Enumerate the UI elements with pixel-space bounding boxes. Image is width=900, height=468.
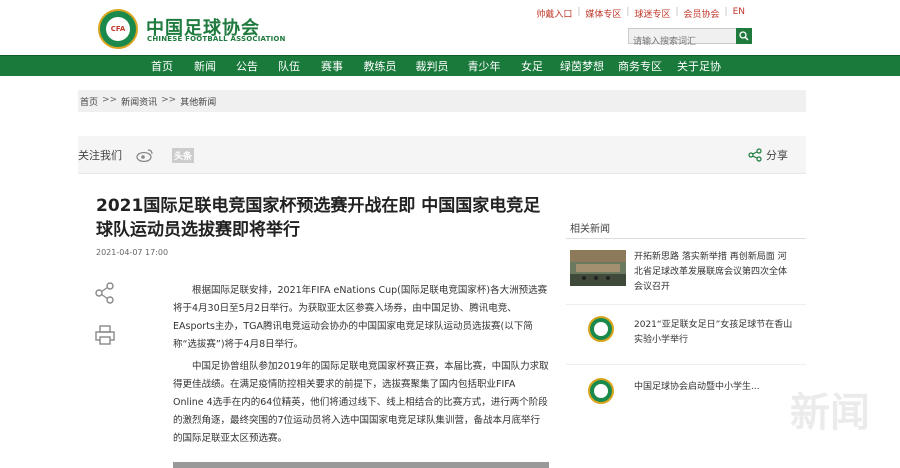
- article-body: 根据国际足联安排，2021年FIFA eNations Cup(国际足联电竞国家…: [173, 282, 549, 452]
- article-paragraph: 根据国际足联安排，2021年FIFA eNations Cup(国际足联电竞国家…: [173, 285, 548, 350]
- nav-item-about[interactable]: 关于足协: [670, 56, 728, 77]
- nav-item-business[interactable]: 商务专区: [610, 56, 670, 77]
- search-box: [628, 28, 752, 49]
- breadcrumb: 首页 >> 新闻资讯 >> 其他新闻: [80, 95, 216, 108]
- breadcrumb-bar: 首页 >> 新闻资讯 >> 其他新闻: [78, 90, 806, 112]
- site-header: CFA 中国足球协会 CHINESE FOOTBALL ASSOCIATION …: [0, 0, 900, 55]
- cfa-emblem-icon: [588, 316, 614, 342]
- nav-item-womens[interactable]: 女足: [510, 56, 554, 77]
- share-icon[interactable]: [94, 282, 116, 308]
- search-button[interactable]: [736, 28, 752, 44]
- search-input[interactable]: [629, 35, 737, 49]
- article-paragraph: 中国足协曾组队参加2019年的国际足联电竞国家杯赛正赛，本届比赛，中国队力求取得…: [173, 361, 549, 444]
- nav-item-referees[interactable]: 裁判员: [406, 56, 458, 77]
- breadcrumb-other-news[interactable]: 其他新闻: [180, 95, 216, 108]
- toplink-en[interactable]: EN: [728, 7, 750, 20]
- cfa-emblem-icon: [588, 378, 614, 404]
- related-news-item[interactable]: 2021“亚足联女足日”女孩足球节在香山实验小学举行: [570, 314, 802, 350]
- main-nav: 首页 新闻 公告 队伍 赛事 教练员 裁判员 青少年 女足 绿茵梦想 商务专区 …: [0, 55, 900, 76]
- print-icon[interactable]: [94, 324, 116, 350]
- cfa-emblem-logo[interactable]: CFA: [98, 9, 138, 49]
- nav-item-teams[interactable]: 队伍: [268, 56, 310, 77]
- nav-item-events[interactable]: 赛事: [310, 56, 354, 77]
- weibo-icon[interactable]: [136, 147, 154, 166]
- related-news-separator: [566, 304, 806, 305]
- breadcrumb-home[interactable]: 首页: [80, 95, 98, 108]
- related-news-thumbnail: [570, 250, 626, 286]
- related-news-sidebar: 相关新闻 开拓新思路 落实新举措 再创新局面 河北省足球改革发展联席会议第四次全…: [566, 174, 806, 468]
- nav-item-coaches[interactable]: 教练员: [354, 56, 406, 77]
- related-news-title: 相关新闻: [570, 224, 610, 235]
- toplink-2[interactable]: 球迷专区: [629, 7, 675, 20]
- nav-item-green-dream[interactable]: 绿茵梦想: [554, 56, 610, 77]
- search-icon: [739, 31, 749, 41]
- breadcrumb-separator: >>: [102, 95, 118, 105]
- related-news-item[interactable]: 开拓新思路 落实新举措 再创新局面 河北省足球改革发展联席会议第四次全体会议召开: [570, 250, 802, 294]
- nav-item-notice[interactable]: 公告: [226, 56, 268, 77]
- related-news-text: 开拓新思路 落实新举措 再创新局面 河北省足球改革发展联席会议第四次全体会议召开: [634, 252, 788, 292]
- article-side-tools: [94, 282, 116, 350]
- nav-item-youth[interactable]: 青少年: [458, 56, 510, 77]
- article-title: 2021国际足联电竞国家杯预选赛开战在即 中国国家电竞足球队运动员选拔赛即将举行: [96, 196, 541, 240]
- related-news-item[interactable]: 中国足球协会启动暨中小学生...: [570, 376, 802, 412]
- toutiao-icon[interactable]: 头条: [172, 148, 195, 163]
- article-image: [173, 462, 549, 468]
- nav-item-home[interactable]: 首页: [140, 56, 184, 77]
- breadcrumb-news[interactable]: 新闻资讯: [121, 95, 157, 108]
- toplink-1[interactable]: 媒体专区: [580, 7, 626, 20]
- article-content: 2021国际足联电竞国家杯预选赛开战在即 中国国家电竞足球队运动员选拔赛即将举行…: [78, 174, 554, 468]
- breadcrumb-separator: >>: [161, 95, 177, 105]
- watermark-text: 新闻: [790, 390, 870, 436]
- nav-item-news[interactable]: 新闻: [184, 56, 226, 77]
- related-news-text: 2021“亚足联女足日”女孩足球节在香山实验小学举行: [634, 320, 793, 345]
- share-icon: [748, 148, 762, 162]
- cfa-emblem-inner: CFA: [106, 17, 130, 41]
- article-date: 2021-04-07 17:00: [96, 248, 169, 257]
- related-news-text: 中国足球协会启动暨中小学生...: [634, 382, 760, 392]
- top-links: 帅戴入口 | 媒体专区 | 球迷专区 | 会员协会 | EN: [531, 7, 750, 20]
- share-label: 分享: [766, 149, 788, 162]
- social-bar: 关注我们 头条 分享: [78, 136, 806, 174]
- share-button[interactable]: 分享: [748, 147, 788, 163]
- toplink-0[interactable]: 帅戴入口: [531, 7, 577, 20]
- related-news-divider: [566, 238, 806, 239]
- logo-english-text: CHINESE FOOTBALL ASSOCIATION: [147, 35, 286, 43]
- toplink-3[interactable]: 会员协会: [679, 7, 725, 20]
- follow-us-label: 关注我们: [78, 149, 122, 162]
- related-news-separator: [566, 364, 806, 365]
